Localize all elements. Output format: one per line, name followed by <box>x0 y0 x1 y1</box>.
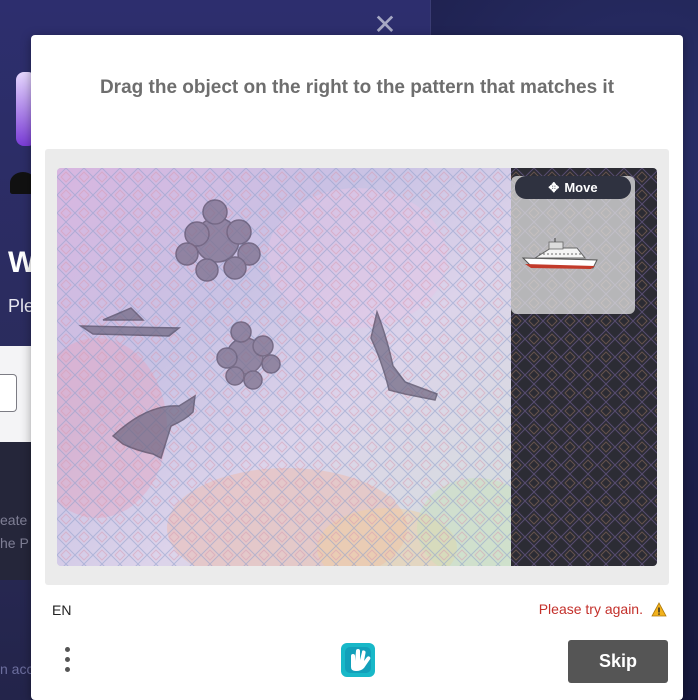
challenge-task-area: ✥ Move <box>45 149 669 585</box>
background-text-line: eate <box>0 512 28 528</box>
challenge-canvas[interactable]: ✥ Move <box>57 168 657 566</box>
challenge-image <box>57 168 657 566</box>
warning-icon <box>651 602 667 617</box>
skip-button[interactable]: Skip <box>568 640 668 683</box>
captcha-modal: Drag the object on the right to the patt… <box>31 35 683 700</box>
error-message: Please try again. <box>538 601 643 617</box>
move-arrows-icon: ✥ <box>548 179 560 195</box>
more-vertical-icon[interactable] <box>57 644 77 676</box>
move-handle[interactable]: ✥ Move <box>515 176 631 199</box>
challenge-prompt: Drag the object on the right to the patt… <box>99 77 615 98</box>
background-input <box>0 374 17 412</box>
hand-logo-icon <box>341 643 375 677</box>
background-footer-text: n acc <box>0 661 34 677</box>
language-selector[interactable]: EN <box>52 602 71 618</box>
move-label: Move <box>564 180 598 195</box>
background-text-line: he P <box>0 535 29 551</box>
